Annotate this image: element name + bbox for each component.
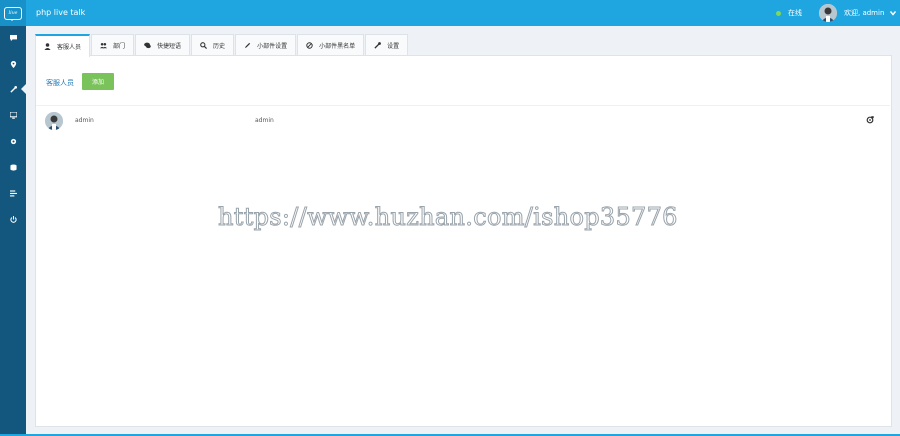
agent-nickname: admin bbox=[255, 117, 274, 124]
wrench-icon bbox=[9, 85, 17, 93]
database-icon bbox=[9, 163, 17, 171]
pencil-icon bbox=[244, 42, 251, 49]
tab-label: 设置 bbox=[387, 42, 400, 50]
watermark: https://www.huzhan.com/ishop35776 bbox=[218, 203, 678, 232]
tab-label: 小部件设置 bbox=[257, 42, 288, 50]
online-status[interactable]: 在线 bbox=[776, 0, 802, 26]
logo-text: live bbox=[8, 10, 18, 16]
sidebar-item-location[interactable] bbox=[0, 53, 26, 75]
tab-bar: 客服人员 部门 快捷短语 历史 小部件设置 小部件黑名单 设置 bbox=[35, 34, 409, 57]
app-logo[interactable]: live bbox=[0, 0, 26, 26]
list-icon bbox=[9, 189, 17, 196]
user-greeting: 欢迎, admin bbox=[844, 9, 885, 17]
sidebar-item-chat[interactable] bbox=[0, 27, 26, 49]
app-title: php live talk bbox=[36, 8, 86, 17]
tab-widget-blacklist[interactable]: 小部件黑名单 bbox=[297, 34, 365, 55]
sidebar-item-tools[interactable] bbox=[0, 78, 26, 100]
section-title: 客服人员 bbox=[46, 79, 74, 87]
divider bbox=[36, 105, 890, 106]
tab-history[interactable]: 历史 bbox=[191, 34, 235, 55]
user-icon bbox=[44, 43, 51, 50]
sidebar bbox=[0, 26, 26, 436]
search-icon bbox=[200, 41, 208, 49]
tab-label: 小部件黑名单 bbox=[319, 42, 356, 50]
top-bar: live php live talk 在线 欢迎, admin bbox=[0, 0, 900, 26]
user-menu[interactable]: 欢迎, admin bbox=[819, 3, 897, 23]
chevron-down-icon bbox=[890, 11, 897, 16]
avatar bbox=[819, 4, 837, 22]
map-marker-icon bbox=[10, 60, 16, 68]
gear-icon bbox=[10, 138, 16, 144]
comments-icon bbox=[144, 42, 151, 49]
tab-label: 部门 bbox=[113, 42, 126, 50]
tab-departments[interactable]: 部门 bbox=[91, 34, 135, 55]
avatar bbox=[45, 112, 63, 130]
agent-name: admin bbox=[75, 117, 94, 124]
power-icon bbox=[9, 215, 17, 223]
main-panel bbox=[35, 55, 892, 427]
sidebar-item-logout[interactable] bbox=[0, 208, 26, 230]
sidebar-item-monitor[interactable] bbox=[0, 104, 26, 126]
sidebar-item-list[interactable] bbox=[0, 182, 26, 204]
sidebar-item-settings[interactable] bbox=[0, 130, 26, 152]
tab-agents[interactable]: 客服人员 bbox=[35, 34, 91, 57]
tab-quick-replies[interactable]: 快捷短语 bbox=[135, 34, 191, 55]
logo-bubble-icon: live bbox=[4, 6, 22, 21]
tab-label: 快捷短语 bbox=[157, 42, 182, 50]
comment-icon bbox=[9, 34, 17, 41]
sidebar-item-database[interactable] bbox=[0, 156, 26, 178]
edit-gear-icon[interactable] bbox=[866, 116, 874, 124]
online-dot-icon bbox=[776, 10, 781, 16]
desktop-icon bbox=[9, 111, 17, 119]
tab-widget-settings[interactable]: 小部件设置 bbox=[235, 34, 297, 55]
status-text: 在线 bbox=[788, 9, 802, 17]
tab-label: 客服人员 bbox=[57, 44, 82, 51]
wrench-icon bbox=[374, 41, 382, 49]
users-group-icon bbox=[100, 42, 108, 49]
ban-icon bbox=[306, 41, 313, 49]
tab-label: 历史 bbox=[213, 42, 226, 50]
add-agent-button[interactable]: 添加 bbox=[82, 73, 114, 90]
tab-settings[interactable]: 设置 bbox=[365, 34, 409, 55]
